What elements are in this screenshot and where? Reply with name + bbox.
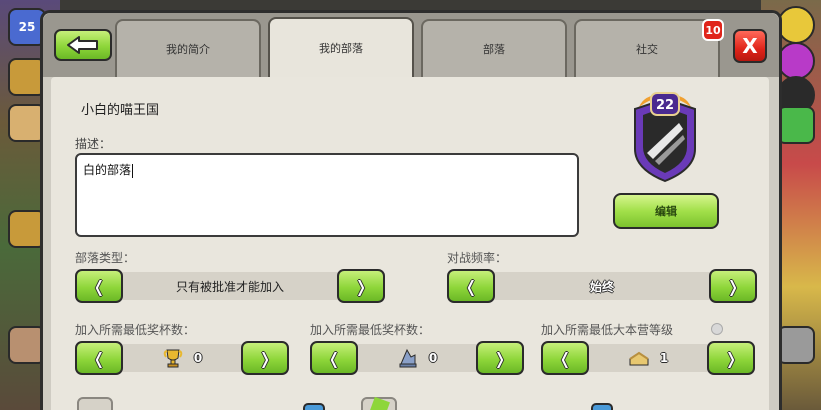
tab-social[interactable]: 社交 — [574, 19, 720, 77]
info-icon[interactable] — [711, 323, 723, 335]
min-trophies-value: 0 — [193, 351, 203, 365]
description-label: 描述： — [75, 137, 112, 151]
close-button[interactable]: X — [733, 29, 767, 63]
checkbox[interactable] — [77, 397, 113, 410]
min-builder-trophies-next-button[interactable]: ❭ — [476, 341, 524, 375]
min-townhall-next-button[interactable]: ❭ — [707, 341, 755, 375]
war-frequency-next-button[interactable]: ❭ — [709, 269, 757, 303]
clan-type-label: 部落类型： — [75, 251, 136, 265]
clan-type-selector: ❬ 只有被批准才能加入 ❭ — [75, 269, 385, 303]
clan-type-prev-button[interactable]: ❬ — [75, 269, 123, 303]
clan-settings-content: 小白的喵王国 描述： 白的部落 22 编辑 部落类型： ❬ 只有被批准才能加入 … — [51, 77, 769, 410]
min-builder-trophies-value: 0 — [428, 351, 438, 365]
tab-label: 社交 — [636, 43, 658, 56]
chevron-left-icon: ❬ — [92, 276, 106, 296]
builder-trophy-icon — [399, 348, 417, 368]
info-icon[interactable] — [303, 403, 325, 410]
trophy-icon — [163, 349, 183, 368]
tab-label: 部落 — [483, 43, 505, 56]
back-button[interactable] — [54, 29, 112, 61]
townhall-icon — [629, 351, 649, 366]
chevron-left-icon: ❬ — [327, 348, 341, 368]
elixir-resource-icon — [777, 42, 815, 80]
min-townhall-selector: ❬ 1 ❭ — [541, 341, 755, 375]
min-builder-trophies-prev-button[interactable]: ❬ — [310, 341, 358, 375]
settings-icon[interactable] — [777, 326, 815, 364]
chevron-right-icon: ❭ — [258, 348, 272, 368]
min-builder-trophies-value-group: 0 — [358, 347, 476, 369]
min-trophies-next-button[interactable]: ❭ — [241, 341, 289, 375]
notification-count: 10 — [705, 23, 721, 37]
chevron-right-icon: ❭ — [354, 276, 368, 296]
chevron-right-icon: ❭ — [724, 348, 738, 368]
description-input[interactable]: 白的部落 — [75, 153, 579, 237]
text-caret — [132, 163, 134, 178]
info-icon[interactable] — [591, 403, 613, 410]
clan-name: 小白的喵王国 — [81, 103, 160, 118]
min-trophies-label: 加入所需最低奖杯数： — [75, 323, 196, 337]
chevron-left-icon: ❬ — [92, 348, 106, 368]
min-townhall-prev-button[interactable]: ❬ — [541, 341, 589, 375]
tab-label: 我的简介 — [166, 43, 210, 56]
tab-my-profile[interactable]: 我的简介 — [115, 19, 261, 77]
min-builder-trophies-label: 加入所需最低奖杯数： — [310, 323, 431, 337]
war-frequency-prev-button[interactable]: ❬ — [447, 269, 495, 303]
close-icon: X — [742, 34, 758, 58]
chevron-left-icon: ❬ — [464, 276, 478, 296]
additional-settings-row — [51, 389, 769, 410]
description-value: 白的部落 — [83, 163, 132, 177]
gold-resource-icon — [777, 6, 815, 44]
min-trophies-prev-button[interactable]: ❬ — [75, 341, 123, 375]
tab-bar: 我的简介 我的部落 部落 社交 10 X — [43, 13, 779, 77]
min-trophies-value-group: 0 — [123, 347, 241, 369]
tab-label: 我的部落 — [319, 42, 363, 55]
tab-clans[interactable]: 部落 — [421, 19, 567, 77]
notification-badge: 10 — [702, 19, 724, 41]
clan-level: 22 — [656, 98, 674, 113]
war-frequency-label: 对战频率： — [447, 251, 508, 265]
min-townhall-label: 加入所需最低大本营等级 — [541, 323, 674, 337]
tab-my-clan[interactable]: 我的部落 — [268, 17, 414, 77]
edit-badge-button[interactable]: 编辑 — [613, 193, 719, 229]
edit-label: 编辑 — [655, 205, 677, 218]
chevron-right-icon: ❭ — [493, 348, 507, 368]
clan-type-value: 只有被批准才能加入 — [175, 279, 284, 294]
min-builder-trophies-selector: ❬ 0 ❭ — [310, 341, 524, 375]
min-trophies-selector: ❬ 0 ❭ — [75, 341, 289, 375]
min-townhall-value-group: 1 — [589, 347, 707, 369]
clan-panel: 我的简介 我的部落 部落 社交 10 X 小白的喵王国 描述： 白的部落 22 … — [40, 10, 782, 410]
min-townhall-value: 1 — [659, 351, 669, 365]
war-frequency-value: 始终 — [589, 279, 614, 294]
arrow-left-icon — [67, 36, 98, 54]
chevron-right-icon: ❭ — [726, 276, 740, 296]
gem-resource-icon — [777, 106, 815, 144]
war-frequency-selector: ❬ 始终 ❭ — [447, 269, 757, 303]
chevron-left-icon: ❬ — [558, 348, 572, 368]
clan-type-next-button[interactable]: ❭ — [337, 269, 385, 303]
clan-badge-icon: 22 — [634, 92, 696, 183]
player-level: 25 — [18, 20, 36, 34]
